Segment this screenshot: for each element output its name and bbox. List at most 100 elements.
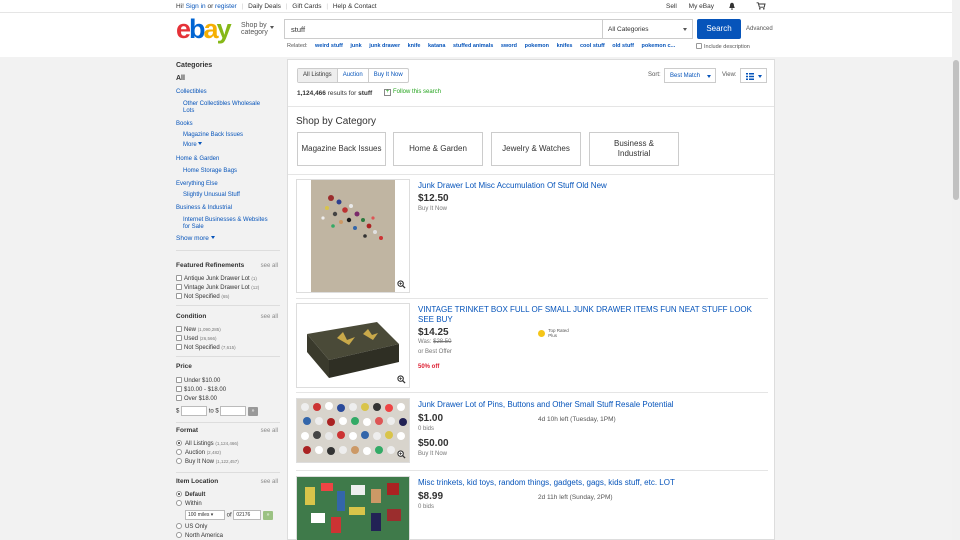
- see-all-link[interactable]: see all: [261, 479, 278, 485]
- category-internet-businesses[interactable]: Internet Businesses & Websites: [183, 217, 268, 223]
- zoom-icon[interactable]: [397, 450, 406, 459]
- related-link[interactable]: junk drawer: [369, 43, 400, 49]
- zip-input[interactable]: 02176: [233, 510, 262, 520]
- category-other-collectibles[interactable]: Other Collectibles Wholesale: [183, 101, 260, 107]
- checkbox[interactable]: [176, 275, 182, 281]
- price-option[interactable]: $10.00 - $18.00: [176, 386, 226, 393]
- ebay-logo[interactable]: ebay: [176, 15, 232, 43]
- location-north-america-option[interactable]: North America: [176, 532, 223, 539]
- see-all-link[interactable]: see all: [261, 263, 278, 269]
- checkbox[interactable]: [176, 344, 182, 350]
- scrollbar-thumb[interactable]: [953, 60, 959, 200]
- category-magazine-back-issues[interactable]: Magazine Back Issues: [183, 132, 243, 138]
- category-slightly-unusual-stuff[interactable]: Slightly Unusual Stuff: [183, 192, 240, 198]
- checkbox[interactable]: [176, 284, 182, 290]
- category-select[interactable]: All Categories: [603, 19, 693, 39]
- advanced-search-link[interactable]: Advanced: [746, 26, 773, 32]
- min-price-input[interactable]: [181, 406, 208, 416]
- view-select[interactable]: [740, 68, 767, 83]
- category-all[interactable]: All: [176, 75, 185, 82]
- radio-button[interactable]: [176, 449, 182, 455]
- category-collectibles[interactable]: Collectibles: [176, 89, 207, 95]
- checkbox[interactable]: [176, 293, 182, 299]
- listing-thumbnail[interactable]: [296, 179, 410, 293]
- related-link[interactable]: weird stuff: [315, 43, 343, 49]
- refinement-option[interactable]: Antique Junk Drawer Lot (1): [176, 275, 257, 282]
- zoom-icon[interactable]: [397, 375, 406, 384]
- checkbox[interactable]: [176, 377, 182, 383]
- my-ebay-link[interactable]: My eBay: [689, 3, 714, 10]
- see-all-link[interactable]: see all: [261, 314, 278, 320]
- related-link[interactable]: old stuff: [612, 43, 634, 49]
- category-box-magazine[interactable]: Magazine Back Issues: [297, 132, 386, 166]
- category-other-collectibles-cont[interactable]: Lots: [183, 108, 194, 114]
- checkbox[interactable]: [176, 395, 182, 401]
- related-link[interactable]: sword: [501, 43, 517, 49]
- related-link[interactable]: pokemon: [525, 43, 549, 49]
- follow-search-button[interactable]: + Follow this search: [384, 89, 441, 96]
- category-home-garden[interactable]: Home & Garden: [176, 156, 219, 162]
- format-option[interactable]: Buy It Now (1,122,457): [176, 458, 239, 465]
- show-more-link[interactable]: Show more: [176, 235, 215, 242]
- search-input[interactable]: stuff: [284, 19, 603, 39]
- category-books[interactable]: Books: [176, 121, 193, 127]
- radio-button[interactable]: [176, 440, 182, 446]
- page-scrollbar[interactable]: [952, 0, 960, 540]
- search-button[interactable]: Search: [697, 19, 741, 39]
- sign-in-link[interactable]: Sign in: [186, 3, 206, 10]
- zoom-icon[interactable]: [397, 280, 406, 289]
- category-box-business[interactable]: Business & Industrial: [589, 132, 679, 166]
- checkbox[interactable]: [176, 335, 182, 341]
- bell-icon[interactable]: [728, 2, 736, 10]
- tab-auction[interactable]: Auction: [338, 69, 369, 82]
- listing-title[interactable]: Junk Drawer Lot Misc Accumulation Of Stu…: [418, 181, 763, 191]
- condition-option[interactable]: Not Specified (7,615): [176, 344, 236, 351]
- shop-by-category-button[interactable]: Shop by category: [241, 22, 277, 36]
- radio-button[interactable]: [176, 523, 182, 529]
- category-home-storage-bags[interactable]: Home Storage Bags: [183, 168, 237, 174]
- more-link[interactable]: More: [183, 142, 203, 148]
- location-us-only-option[interactable]: US Only: [176, 523, 207, 530]
- listing-title[interactable]: Misc trinkets, kid toys, random things, …: [418, 478, 763, 488]
- category-business-industrial[interactable]: Business & Industrial: [176, 205, 232, 211]
- listing-title[interactable]: VINTAGE TRINKET BOX FULL OF SMALL JUNK D…: [418, 305, 763, 325]
- checkbox[interactable]: [176, 326, 182, 332]
- related-link[interactable]: cool stuff: [580, 43, 605, 49]
- miles-select[interactable]: 100 miles ▾: [185, 510, 225, 520]
- refinement-option[interactable]: Vintage Junk Drawer Lot (12): [176, 284, 259, 291]
- radio-button[interactable]: [176, 458, 182, 464]
- location-within-option[interactable]: Within: [176, 500, 202, 507]
- location-default-option[interactable]: Default: [176, 491, 205, 498]
- sort-select[interactable]: Best Match: [664, 68, 716, 83]
- listing-thumbnail[interactable]: [296, 303, 410, 388]
- listing-thumbnail[interactable]: [296, 476, 410, 540]
- listing-thumbnail[interactable]: [296, 398, 410, 463]
- category-everything-else[interactable]: Everything Else: [176, 181, 218, 187]
- refinement-option[interactable]: Not Specified (65): [176, 293, 229, 300]
- include-description-checkbox[interactable]: [696, 43, 702, 49]
- register-link[interactable]: register: [215, 3, 237, 10]
- condition-option[interactable]: New (1,090,285): [176, 326, 221, 333]
- cart-icon[interactable]: [756, 2, 766, 10]
- see-all-link[interactable]: see all: [261, 428, 278, 434]
- format-option[interactable]: All Listings (1,124,466): [176, 440, 238, 447]
- tab-all-listings[interactable]: All Listings: [298, 69, 338, 82]
- help-contact-link[interactable]: Help & Contact: [333, 3, 377, 10]
- related-link[interactable]: knife: [408, 43, 421, 49]
- radio-button[interactable]: [176, 500, 182, 506]
- related-link[interactable]: pokemon c...: [642, 43, 676, 49]
- related-link[interactable]: stuffed animals: [453, 43, 493, 49]
- listing-title[interactable]: Junk Drawer Lot of Pins, Buttons and Oth…: [418, 400, 763, 410]
- max-price-input[interactable]: [220, 406, 247, 416]
- price-option[interactable]: Over $18.00: [176, 395, 217, 402]
- price-option[interactable]: Under $10.00: [176, 377, 220, 384]
- tab-buy-it-now[interactable]: Buy It Now: [369, 69, 408, 82]
- radio-button[interactable]: [176, 491, 182, 497]
- checkbox[interactable]: [176, 386, 182, 392]
- location-go-button[interactable]: »: [263, 510, 274, 520]
- related-link[interactable]: junk: [350, 43, 361, 49]
- sell-link[interactable]: Sell: [666, 3, 677, 10]
- category-box-home-garden[interactable]: Home & Garden: [393, 132, 483, 166]
- related-link[interactable]: katana: [428, 43, 445, 49]
- daily-deals-link[interactable]: Daily Deals: [248, 3, 281, 10]
